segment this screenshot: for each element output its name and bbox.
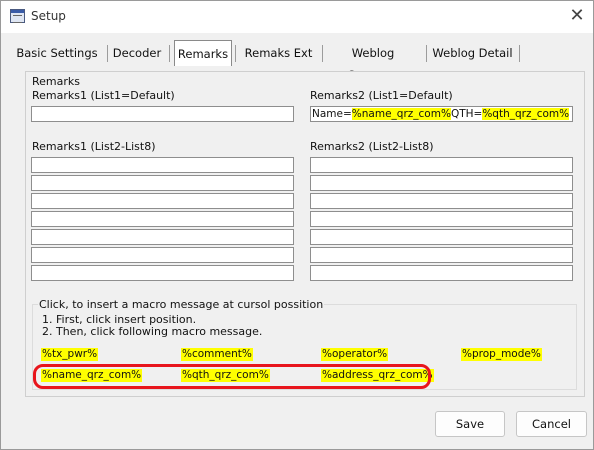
tab-separator: [426, 45, 427, 62]
tab-separator: [235, 45, 236, 62]
remarks2-list-field[interactable]: [310, 175, 573, 191]
tab-separator: [519, 45, 520, 62]
remarks-panel: Remarks Remarks1 (List1=Default) Remarks…: [25, 71, 585, 397]
window-title: Setup: [31, 9, 66, 23]
tab-weblog-detail[interactable]: Weblog Detail: [431, 42, 514, 66]
macro-group-title: Click, to insert a macro message at curs…: [38, 298, 325, 311]
remarks1-list-field[interactable]: [31, 157, 294, 173]
macro-tx-pwr[interactable]: %tx_pwr%: [41, 348, 99, 361]
remarks1-list-field[interactable]: [31, 211, 294, 227]
remarks2-default-field[interactable]: Name=%name_qrz_com%QTH=%qth_qrz_com%: [310, 106, 573, 122]
macro-comment[interactable]: %comment%: [181, 348, 253, 361]
setup-window: Setup ✕ Basic Settings Decoder Remarks R…: [0, 0, 594, 450]
macro-step-2: 2. Then, click following macro message.: [42, 325, 263, 338]
remarks1-default-label: Remarks1 (List1=Default): [32, 89, 175, 102]
remarks1-list-label: Remarks1 (List2-List8): [32, 140, 156, 153]
save-button[interactable]: Save: [435, 411, 505, 437]
field-macro: %name_qrz_com%: [351, 108, 451, 120]
tab-remarks[interactable]: Remarks: [174, 40, 232, 66]
remarks2-list-field[interactable]: [310, 265, 573, 281]
tab-remarks-ext[interactable]: Remaks Ext: [240, 42, 317, 66]
remarks2-list-field[interactable]: [310, 193, 573, 209]
field-text: Name=: [312, 108, 352, 120]
remarks2-list-field[interactable]: [310, 211, 573, 227]
tab-weblog-common[interactable]: Weblog Common: [326, 42, 420, 82]
tab-decoder[interactable]: Decoder: [109, 42, 165, 66]
app-icon: [10, 9, 25, 23]
remarks1-list-field[interactable]: [31, 247, 294, 263]
title-bar[interactable]: Setup ✕: [1, 1, 593, 33]
remarks1-list-field[interactable]: [31, 193, 294, 209]
tab-separator: [107, 45, 108, 62]
remarks1-list-field[interactable]: [31, 229, 294, 245]
tab-basic-settings[interactable]: Basic Settings: [13, 42, 101, 66]
remarks2-list-label: Remarks2 (List2-List8): [310, 140, 434, 153]
field-text: QTH=: [450, 108, 483, 120]
macro-prop-mode[interactable]: %prop_mode%: [461, 348, 542, 361]
remarks2-list-field[interactable]: [310, 247, 573, 263]
remarks2-list-field[interactable]: [310, 229, 573, 245]
remarks2-list-field[interactable]: [310, 157, 573, 173]
close-icon[interactable]: ✕: [563, 3, 591, 29]
annotation-highlight-ring: [33, 364, 431, 389]
remarks1-default-field[interactable]: [31, 106, 294, 122]
field-macro: %qth_qrz_com%: [482, 108, 570, 120]
tab-separator: [169, 45, 170, 62]
remarks2-default-label: Remarks2 (List1=Default): [310, 89, 453, 102]
remarks1-list-field[interactable]: [31, 265, 294, 281]
cancel-button[interactable]: Cancel: [516, 411, 587, 437]
remarks-group-label: Remarks: [32, 75, 80, 88]
macro-operator[interactable]: %operator%: [321, 348, 389, 361]
remarks1-list-field[interactable]: [31, 175, 294, 191]
tab-separator: [322, 45, 323, 62]
